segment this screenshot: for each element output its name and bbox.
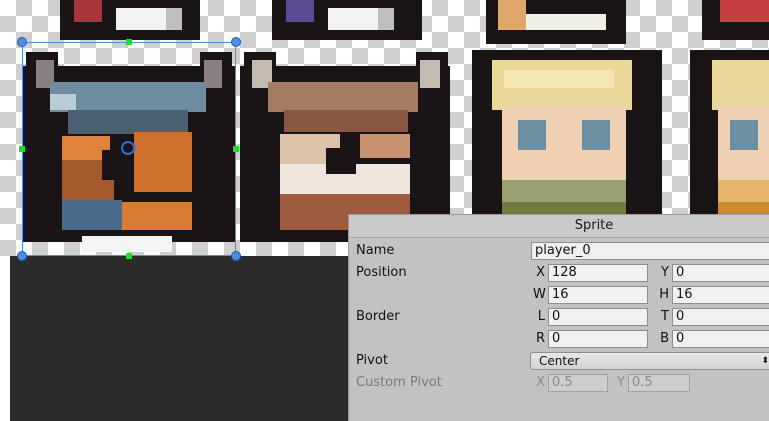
pivot-selected-value: Center [539, 354, 580, 368]
pivot-label: Pivot [356, 353, 388, 368]
b-field[interactable]: 0 [672, 330, 769, 348]
position-row-wh: W 16 H 16 [349, 285, 769, 305]
b-label: B [660, 331, 669, 346]
sprite-properties-panel: Sprite Name player_0 Position X 128 Y 0 … [348, 214, 769, 421]
border-handle-left[interactable] [19, 146, 25, 152]
x-field[interactable]: 128 [548, 264, 648, 282]
border-row-lt: Border L 0 T 0 [349, 307, 769, 327]
t-field[interactable]: 0 [672, 308, 769, 326]
h-label: H [659, 287, 669, 302]
name-row: Name player_0 [349, 241, 769, 261]
resize-handle-top-right[interactable] [231, 37, 241, 47]
sprite-top-1[interactable] [60, 0, 200, 40]
sprite-top-2[interactable] [272, 0, 422, 40]
custom-pivot-x-label: X [536, 375, 545, 390]
r-label: R [535, 331, 545, 346]
pivot-row: Pivot Center ⬍ [349, 351, 769, 371]
resize-handle-bottom-right[interactable] [231, 251, 241, 261]
custom-pivot-label: Custom Pivot [356, 375, 442, 390]
name-field[interactable]: player_0 [531, 242, 769, 260]
t-label: T [661, 309, 669, 324]
w-field[interactable]: 16 [548, 286, 648, 304]
border-label: Border [356, 309, 400, 324]
resize-handle-top-left[interactable] [17, 37, 27, 47]
l-label: L [537, 309, 545, 324]
resize-handle-bottom-left[interactable] [17, 251, 27, 261]
y-label: Y [661, 265, 669, 280]
custom-pivot-row: Custom Pivot X 0.5 Y 0.5 [349, 373, 769, 393]
border-handle-top[interactable] [126, 39, 132, 45]
canvas-gutter [0, 256, 10, 421]
border-handle-bottom[interactable] [126, 253, 132, 259]
panel-title: Sprite [349, 215, 769, 238]
position-label: Position [356, 265, 407, 280]
w-label: W [533, 287, 546, 302]
pivot-handle[interactable] [121, 141, 135, 155]
border-row-rb: R 0 B 0 [349, 329, 769, 349]
l-field[interactable]: 0 [548, 308, 648, 326]
position-row-xy: Position X 128 Y 0 [349, 263, 769, 283]
sprite-top-3[interactable] [486, 0, 626, 44]
pivot-dropdown[interactable]: Center ⬍ [530, 352, 769, 370]
custom-pivot-y-field[interactable]: 0.5 [628, 374, 690, 392]
sprite-top-4[interactable] [702, 0, 769, 40]
name-label: Name [356, 243, 395, 258]
border-handle-right[interactable] [233, 146, 239, 152]
x-label: X [536, 265, 545, 280]
y-field[interactable]: 0 [672, 264, 769, 282]
r-field[interactable]: 0 [548, 330, 648, 348]
custom-pivot-x-field[interactable]: 0.5 [548, 374, 608, 392]
h-field[interactable]: 16 [672, 286, 769, 304]
custom-pivot-y-label: Y [617, 375, 625, 390]
dropdown-arrow-icon: ⬍ [761, 356, 769, 366]
